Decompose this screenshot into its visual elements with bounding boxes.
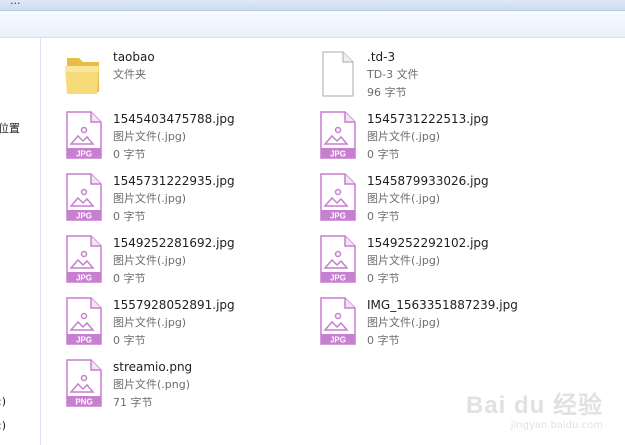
file-name: 1557928052891.jpg [113, 298, 235, 312]
file-type: 图片文件(.jpg) [113, 254, 187, 267]
file-type: 图片文件(.jpg) [367, 192, 441, 205]
file-size: 0 字节 [367, 210, 400, 223]
file-size: 0 字节 [367, 272, 400, 285]
jpg-file-icon: JPG [320, 111, 356, 159]
file-item-jpg[interactable]: JPG IMG_1563351887239.jpg 图片文件(.jpg) 0 字… [315, 296, 555, 348]
file-item-jpg[interactable]: JPG 1557928052891.jpg 图片文件(.jpg) 0 字节 [61, 296, 301, 348]
file-badge: JPG [76, 150, 92, 159]
jpg-file-icon: JPG [66, 173, 102, 221]
file-size: 96 字节 [367, 86, 407, 99]
toolbar [0, 11, 625, 38]
file-list: taobao 文件夹 .td-3 TD-3 文件 96 字节 JPG 15454… [41, 38, 625, 445]
file-type: 图片文件(.jpg) [367, 316, 441, 329]
file-name: 1545879933026.jpg [367, 174, 489, 188]
file-name: 1545731222935.jpg [113, 174, 235, 188]
jpg-file-icon: JPG [320, 297, 356, 345]
file-badge: PNG [75, 398, 92, 407]
file-size: 71 字节 [113, 396, 153, 409]
nav-item-drive-1[interactable]: :) [0, 395, 6, 408]
baidu-jingyan-watermark: Bai du 经验 jingyan.baidu.com [466, 385, 603, 431]
file-type: 图片文件(.png) [113, 378, 191, 391]
file-name: IMG_1563351887239.jpg [367, 298, 518, 312]
file-badge: JPG [76, 336, 92, 345]
watermark-brand: Bai du 经验 [465, 392, 603, 419]
file-name: streamio.png [113, 360, 193, 374]
file-type: 图片文件(.jpg) [367, 130, 441, 143]
file-item-jpg[interactable]: JPG 1549252281692.jpg 图片文件(.jpg) 0 字节 [61, 234, 301, 286]
file-item-jpg[interactable]: JPG 1545879933026.jpg 图片文件(.jpg) 0 字节 [315, 172, 555, 224]
file-name: 1549252292102.jpg [367, 236, 489, 250]
window-title-bar: ... [0, 0, 625, 11]
file-name: 1545403475788.jpg [113, 112, 235, 126]
navigation-pane[interactable]: 位置 :) :) [0, 38, 41, 445]
window-title: ... [10, 0, 21, 7]
file-size: 0 字节 [367, 334, 400, 347]
file-type: 图片文件(.jpg) [367, 254, 441, 267]
file-badge: JPG [76, 212, 92, 221]
file-name: taobao [113, 50, 155, 64]
file-size: 0 字节 [113, 334, 146, 347]
file-item-jpg[interactable]: JPG 1549252292102.jpg 图片文件(.jpg) 0 字节 [315, 234, 555, 286]
file-item-jpg[interactable]: JPG 1545403475788.jpg 图片文件(.jpg) 0 字节 [61, 110, 301, 162]
file-type: 图片文件(.jpg) [113, 316, 187, 329]
file-item-td3[interactable]: .td-3 TD-3 文件 96 字节 [315, 48, 555, 100]
nav-item-drive-2[interactable]: :) [0, 419, 6, 432]
file-item-jpg[interactable]: JPG 1545731222935.jpg 图片文件(.jpg) 0 字节 [61, 172, 301, 224]
blank-file-icon [322, 51, 354, 97]
file-name: 1549252281692.jpg [113, 236, 235, 250]
file-size: 0 字节 [113, 210, 146, 223]
jpg-file-icon: JPG [320, 235, 356, 283]
file-name: 1545731222513.jpg [367, 112, 489, 126]
nav-item-location[interactable]: 位置 [0, 120, 20, 136]
jpg-file-icon: JPG [320, 173, 356, 221]
file-badge: JPG [330, 212, 346, 221]
file-size: 0 字节 [113, 272, 146, 285]
file-size: 0 字节 [367, 148, 400, 161]
folder-icon [65, 58, 99, 94]
file-type: 图片文件(.jpg) [113, 192, 187, 205]
file-size: 0 字节 [113, 148, 146, 161]
file-type: TD-3 文件 [367, 68, 419, 81]
file-badge: JPG [330, 150, 346, 159]
file-badge: JPG [330, 274, 346, 283]
png-file-icon: PNG [66, 359, 102, 407]
file-badge: JPG [76, 274, 92, 283]
jpg-file-icon: JPG [66, 297, 102, 345]
file-badge: JPG [330, 336, 346, 345]
file-type: 文件夹 [113, 68, 146, 81]
file-name: .td-3 [367, 50, 396, 64]
watermark-url: jingyan.baidu.com [510, 420, 603, 431]
file-item-folder-taobao[interactable]: taobao 文件夹 [61, 48, 301, 100]
file-type: 图片文件(.jpg) [113, 130, 187, 143]
file-item-png[interactable]: PNG streamio.png 图片文件(.png) 71 字节 [61, 358, 301, 410]
jpg-file-icon: JPG [66, 111, 102, 159]
jpg-file-icon: JPG [66, 235, 102, 283]
file-item-jpg[interactable]: JPG 1545731222513.jpg 图片文件(.jpg) 0 字节 [315, 110, 555, 162]
